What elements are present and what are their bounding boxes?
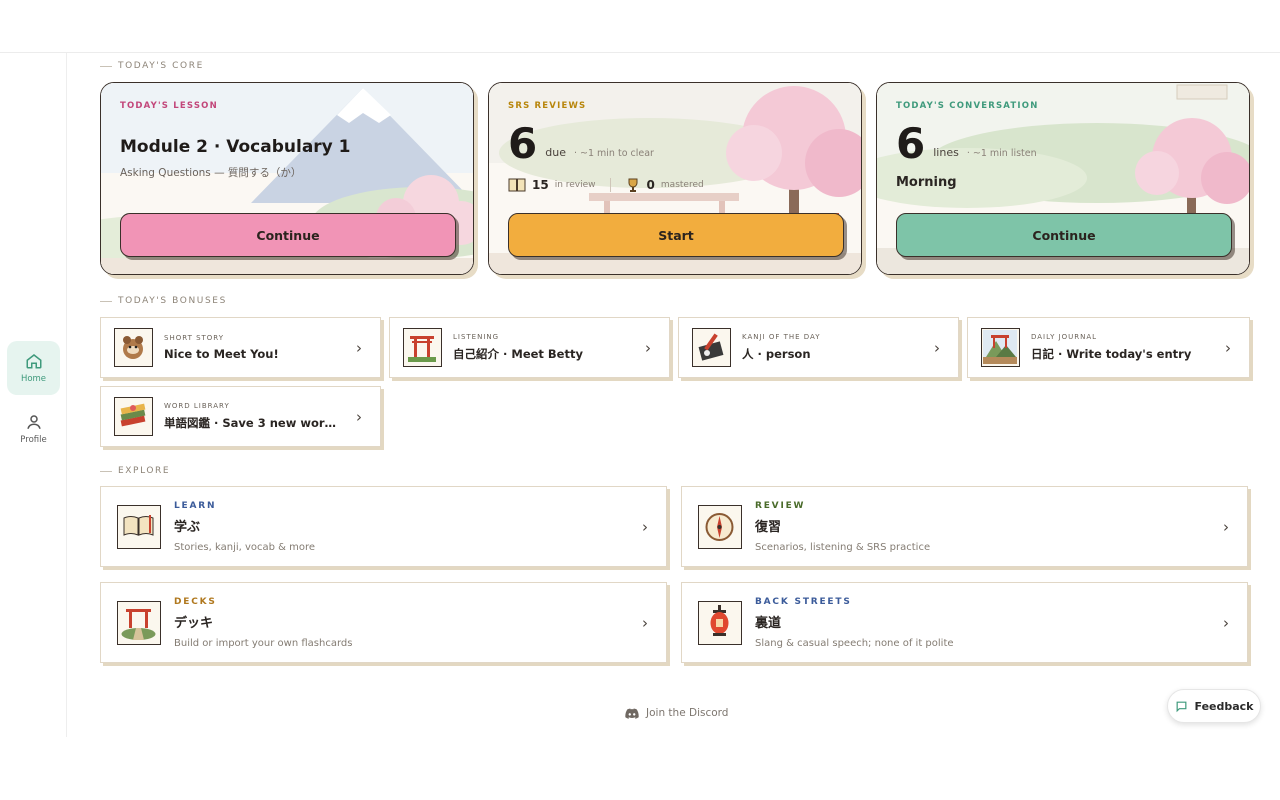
srs-in-review-label: in review xyxy=(554,180,596,190)
stat-divider xyxy=(609,178,611,192)
conversation-lines-count: 6 xyxy=(896,119,926,168)
nav-home-label: Home xyxy=(20,374,47,384)
top-bar xyxy=(0,0,1280,53)
explore-title: 復習 xyxy=(755,519,782,535)
todays-conversation-card[interactable]: TODAY'S CONVERSATION 6 lines · ~1 min li… xyxy=(876,82,1250,275)
open-book-icon xyxy=(117,504,161,549)
explore-title: デッキ xyxy=(174,615,214,631)
chat-bubble-icon xyxy=(1176,701,1186,712)
nav-home[interactable]: Home xyxy=(7,341,60,395)
lesson-eyebrow: TODAY'S LESSON xyxy=(120,101,218,111)
bonus-kicker: DAILY JOURNAL xyxy=(1031,333,1098,341)
nav-profile[interactable]: Profile xyxy=(7,402,60,456)
explore-subtitle: Stories, kanji, vocab & more xyxy=(174,541,316,553)
nav-profile-label: Profile xyxy=(20,435,47,445)
tanuki-icon xyxy=(114,328,153,367)
chevron-right-icon: › xyxy=(356,338,362,357)
section-label-bonuses: TODAY'S BONUSES xyxy=(100,296,227,306)
sidebar: Home Profile xyxy=(0,53,67,737)
section-label-explore: EXPLORE xyxy=(100,466,170,476)
bonus-card-journal[interactable]: DAILY JOURNAL 日記 · Write today's entry › xyxy=(967,317,1250,378)
chevron-right-icon: › xyxy=(642,517,648,536)
ink-brush-icon xyxy=(692,328,731,367)
bonus-title: 単語図鑑 · Save 3 new words t... xyxy=(164,416,344,430)
srs-reviews-card[interactable]: SRS REVIEWS 6 due · ~1 min to clear 15 i… xyxy=(488,82,862,275)
conversation-continue-button[interactable]: Continue xyxy=(896,213,1232,257)
conversation-lines-label: lines xyxy=(933,146,959,159)
explore-kicker: LEARN xyxy=(174,500,217,511)
bonus-kicker: LISTENING xyxy=(453,333,500,341)
bonus-card-short-story[interactable]: SHORT STORY Nice to Meet You! › xyxy=(100,317,381,378)
explore-kicker: REVIEW xyxy=(755,500,806,511)
bonus-title: 自己紹介 · Meet Betty xyxy=(453,347,583,361)
feedback-label: Feedback xyxy=(1194,699,1254,713)
bonus-card-word-library[interactable]: WORD LIBRARY 単語図鑑 · Save 3 new words t..… xyxy=(100,386,381,447)
bonus-kicker: SHORT STORY xyxy=(164,334,224,342)
explore-kicker: BACK STREETS xyxy=(755,596,852,607)
conversation-title: Morning xyxy=(896,175,957,190)
srs-start-button[interactable]: Start xyxy=(508,213,844,257)
chevron-right-icon: › xyxy=(1223,517,1229,536)
explore-kicker: DECKS xyxy=(174,596,217,607)
explore-subtitle: Scenarios, listening & SRS practice xyxy=(755,541,931,553)
chevron-right-icon: › xyxy=(1223,613,1229,632)
todays-lesson-card[interactable]: TODAY'S LESSON Module 2 · Vocabulary 1 A… xyxy=(100,82,474,275)
bonus-kicker: KANJI OF THE DAY xyxy=(742,333,821,341)
lesson-title: Module 2 · Vocabulary 1 xyxy=(120,137,351,157)
explore-subtitle: Build or import your own flashcards xyxy=(174,637,353,649)
conversation-listen-time: · ~1 min listen xyxy=(966,148,1037,159)
trophy-icon xyxy=(628,178,638,192)
discord-label: Join the Discord xyxy=(646,707,729,719)
home-icon xyxy=(26,354,41,369)
lesson-continue-button[interactable]: Continue xyxy=(120,213,456,257)
srs-mastered-label: mastered xyxy=(660,180,704,190)
torii-path-icon xyxy=(117,600,161,645)
bonus-title: 日記 · Write today's entry xyxy=(1031,347,1192,361)
srs-due-count: 6 xyxy=(508,119,538,168)
lantern-icon xyxy=(698,600,742,645)
chevron-right-icon: › xyxy=(934,338,940,357)
srs-due-label: due xyxy=(545,146,566,159)
landscape-icon xyxy=(981,328,1020,367)
discord-icon xyxy=(625,708,639,719)
compass-icon xyxy=(698,504,742,549)
chevron-right-icon: › xyxy=(642,613,648,632)
conversation-eyebrow: TODAY'S CONVERSATION xyxy=(896,101,1039,111)
torii-gate-icon xyxy=(403,328,442,367)
bonus-card-listening[interactable]: LISTENING 自己紹介 · Meet Betty › xyxy=(389,317,670,378)
explore-subtitle: Slang & casual speech; none of it polite xyxy=(755,637,954,649)
book-icon xyxy=(508,178,526,192)
chevron-right-icon: › xyxy=(1225,338,1231,357)
bonus-card-kanji[interactable]: KANJI OF THE DAY 人 · person › xyxy=(678,317,959,378)
bonus-kicker: WORD LIBRARY xyxy=(164,402,230,410)
chevron-right-icon: › xyxy=(356,407,362,426)
chevron-right-icon: › xyxy=(645,338,651,357)
explore-card-review[interactable]: REVIEW 復習 Scenarios, listening & SRS pra… xyxy=(681,486,1248,567)
discord-link[interactable]: Join the Discord xyxy=(625,707,728,719)
srs-in-review-count: 15 xyxy=(532,178,549,192)
explore-title: 裏道 xyxy=(755,615,782,631)
explore-card-decks[interactable]: DECKS デッキ Build or import your own flash… xyxy=(100,582,667,663)
srs-mastered-count: 0 xyxy=(646,178,655,192)
explore-title: 学ぶ xyxy=(174,519,201,535)
user-icon xyxy=(26,415,41,429)
books-icon xyxy=(114,397,153,436)
bonus-title: 人 · person xyxy=(742,347,811,361)
explore-card-learn[interactable]: LEARN 学ぶ Stories, kanji, vocab & more › xyxy=(100,486,667,567)
section-label-core: TODAY'S CORE xyxy=(100,61,204,71)
srs-clear-time: · ~1 min to clear xyxy=(573,148,654,159)
bonus-title: Nice to Meet You! xyxy=(164,347,279,361)
lesson-subtitle: Asking Questions — 質問する（か） xyxy=(120,167,302,179)
feedback-button[interactable]: Feedback xyxy=(1167,689,1261,723)
srs-eyebrow: SRS REVIEWS xyxy=(508,101,587,111)
explore-card-back-streets[interactable]: BACK STREETS 裏道 Slang & casual speech; n… xyxy=(681,582,1248,663)
